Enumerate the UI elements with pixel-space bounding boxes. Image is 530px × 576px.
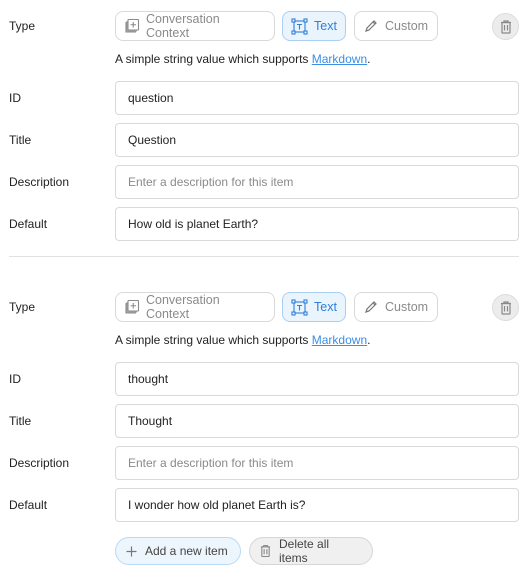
- field-label: Description: [9, 456, 70, 470]
- field-label: Title: [9, 133, 32, 147]
- field-label: Default: [9, 217, 48, 231]
- field-row-description: Description: [0, 446, 530, 480]
- type-option-label: Conversation Context: [146, 12, 220, 40]
- description-input[interactable]: [115, 446, 519, 480]
- type-option-label: Conversation Context: [146, 293, 220, 321]
- type-option-label: Custom: [385, 19, 429, 33]
- delete-item-button[interactable]: [492, 294, 519, 321]
- type-option-text[interactable]: Text: [282, 11, 346, 41]
- id-input[interactable]: [115, 81, 519, 115]
- title-input[interactable]: [115, 123, 519, 157]
- delete-item-button[interactable]: [492, 13, 519, 40]
- text-box-icon: [291, 298, 308, 316]
- id-input[interactable]: [115, 362, 519, 396]
- type-hint: A simple string value which supports Mar…: [115, 52, 370, 66]
- field-row-default: Default: [0, 207, 530, 241]
- field-row-id: ID: [0, 81, 530, 115]
- markdown-link[interactable]: Markdown: [312, 333, 367, 347]
- type-option-label: Custom: [385, 300, 429, 314]
- text-box-icon: [291, 17, 308, 35]
- field-row-title: Title: [0, 404, 530, 438]
- default-input[interactable]: [115, 488, 519, 522]
- hint-text: A simple string value which supports: [115, 52, 312, 66]
- conversation-context-icon: [125, 18, 140, 33]
- field-label: ID: [9, 91, 21, 105]
- type-option-text[interactable]: Text: [282, 292, 346, 322]
- default-input[interactable]: [115, 207, 519, 241]
- field-row-default: Default: [0, 488, 530, 522]
- markdown-link[interactable]: Markdown: [312, 52, 367, 66]
- type-label: Type: [9, 19, 36, 33]
- field-label: Default: [9, 498, 48, 512]
- field-row-title: Title: [0, 123, 530, 157]
- add-new-item-label: Add a new item: [145, 544, 228, 558]
- type-label: Type: [9, 300, 36, 314]
- hint-suffix: .: [367, 52, 371, 66]
- field-row-id: ID: [0, 362, 530, 396]
- pencil-icon: [365, 301, 377, 313]
- type-option-conversation-context[interactable]: Conversation Context: [115, 11, 275, 41]
- trash-icon: [260, 544, 271, 558]
- delete-all-items-label: Delete all items: [279, 537, 330, 565]
- type-option-label: Text: [314, 19, 337, 33]
- description-input[interactable]: [115, 165, 519, 199]
- field-label: Title: [9, 414, 32, 428]
- type-row: Type Conversation Context Text Custom: [0, 292, 530, 322]
- type-option-custom[interactable]: Custom: [354, 292, 438, 322]
- type-option-conversation-context[interactable]: Conversation Context: [115, 292, 275, 322]
- trash-icon: [500, 300, 511, 315]
- field-row-description: Description: [0, 165, 530, 199]
- plus-icon: [126, 546, 137, 556]
- conversation-context-icon: [125, 299, 140, 314]
- type-option-label: Text: [314, 300, 337, 314]
- title-input[interactable]: [115, 404, 519, 438]
- trash-icon: [500, 19, 511, 34]
- hint-suffix: .: [367, 333, 371, 347]
- type-option-custom[interactable]: Custom: [354, 11, 438, 41]
- add-new-item-button[interactable]: Add a new item: [115, 537, 241, 565]
- hint-text: A simple string value which supports: [115, 333, 312, 347]
- type-row: Type Conversation Context Text Custom: [0, 11, 530, 41]
- pencil-icon: [365, 20, 377, 32]
- field-label: ID: [9, 372, 21, 386]
- item-divider: [9, 256, 519, 257]
- type-hint: A simple string value which supports Mar…: [115, 333, 370, 347]
- field-label: Description: [9, 175, 70, 189]
- delete-all-items-button[interactable]: Delete all items: [249, 537, 373, 565]
